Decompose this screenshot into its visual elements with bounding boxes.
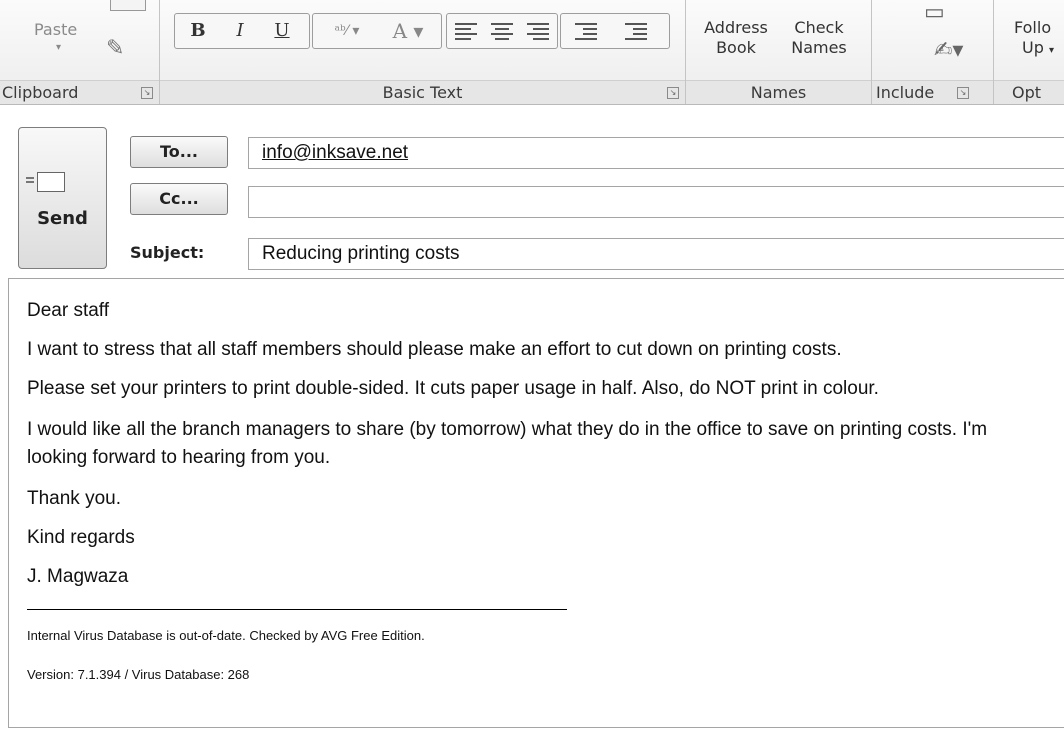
- font-style-buttons: B I U: [174, 13, 310, 49]
- cc-button[interactable]: Cc...: [130, 183, 228, 215]
- align-left-icon[interactable]: [455, 23, 477, 41]
- signature-divider: [27, 609, 567, 610]
- follow-up-button[interactable]: Follo Up ▾: [1014, 18, 1064, 61]
- attach-file-icon[interactable]: ▭: [924, 0, 945, 25]
- increase-indent-icon[interactable]: [625, 23, 647, 41]
- include-group-label: Include: [872, 80, 993, 104]
- body-paragraph-1: I want to stress that all staff members …: [27, 339, 842, 360]
- ribbon: Paste ▾ ✎ Clipboard ↘ B I U ᵃᵇ⁄ ▾ A ▾ Ba…: [0, 0, 1064, 105]
- include-group: ▭ ✍▾ Include ↘: [872, 0, 994, 104]
- include-dialog-launcher-icon[interactable]: ↘: [957, 87, 969, 99]
- clipboard-dialog-launcher-icon[interactable]: ↘: [141, 87, 153, 99]
- to-button[interactable]: To...: [130, 136, 228, 168]
- indent-buttons: [560, 13, 670, 49]
- bold-button[interactable]: B: [183, 14, 213, 48]
- send-button[interactable]: Send: [18, 127, 107, 269]
- basic-text-group: B I U ᵃᵇ⁄ ▾ A ▾ Basic Text ↘: [160, 0, 686, 104]
- options-group-label: Opt: [994, 80, 1064, 104]
- check-names-button[interactable]: Check Names: [784, 18, 854, 58]
- closing-line: Kind regards: [27, 527, 135, 548]
- clipboard-group-label: Clipboard: [0, 80, 159, 104]
- align-right-icon[interactable]: [527, 23, 549, 41]
- decrease-indent-icon[interactable]: [575, 23, 597, 41]
- highlight-color-icon[interactable]: ᵃᵇ⁄ ▾: [319, 14, 375, 48]
- signature-name: J. Magwaza: [27, 566, 129, 587]
- thanks-line: Thank you.: [27, 488, 121, 509]
- paste-button[interactable]: Paste: [34, 20, 77, 39]
- copy-icon[interactable]: [110, 0, 146, 11]
- clipboard-group: Paste ▾ ✎ Clipboard ↘: [0, 0, 160, 104]
- underline-button[interactable]: U: [267, 14, 297, 48]
- address-book-button[interactable]: Address Book: [698, 18, 774, 58]
- options-group: Follo Up ▾ Opt: [994, 0, 1064, 104]
- names-group: Address Book Check Names Names: [686, 0, 872, 104]
- greeting: Dear staff: [27, 300, 110, 321]
- signature-icon[interactable]: ✍▾: [934, 38, 963, 63]
- follow-up-dropdown-icon[interactable]: ▾: [1049, 45, 1054, 56]
- send-icon: [26, 172, 65, 192]
- basic-text-dialog-launcher-icon[interactable]: ↘: [667, 87, 679, 99]
- to-field[interactable]: info@inksave.net: [248, 137, 1064, 169]
- cc-field[interactable]: [248, 186, 1064, 218]
- virus-footer-line-1: Internal Virus Database is out-of-date. …: [27, 628, 425, 643]
- font-color-icon[interactable]: A ▾: [379, 14, 437, 48]
- body-paragraph-2: Please set your printers to print double…: [27, 378, 879, 399]
- subject-label: Subject:: [130, 243, 205, 262]
- italic-button[interactable]: I: [225, 14, 255, 48]
- color-buttons: ᵃᵇ⁄ ▾ A ▾: [312, 13, 442, 49]
- subject-field[interactable]: Reducing printing costs: [248, 238, 1064, 270]
- virus-footer-line-2: Version: 7.1.394 / Virus Database: 268: [27, 667, 250, 682]
- basic-text-group-label: Basic Text: [160, 80, 685, 104]
- body-paragraph-3: I would like all the branch managers to …: [27, 419, 988, 468]
- names-group-label: Names: [686, 80, 871, 104]
- format-painter-icon[interactable]: ✎: [106, 36, 124, 61]
- paste-dropdown-icon[interactable]: ▾: [56, 42, 61, 53]
- align-center-icon[interactable]: [491, 23, 513, 41]
- alignment-buttons: [446, 13, 558, 49]
- message-body[interactable]: Dear staff I want to stress that all sta…: [8, 278, 1064, 728]
